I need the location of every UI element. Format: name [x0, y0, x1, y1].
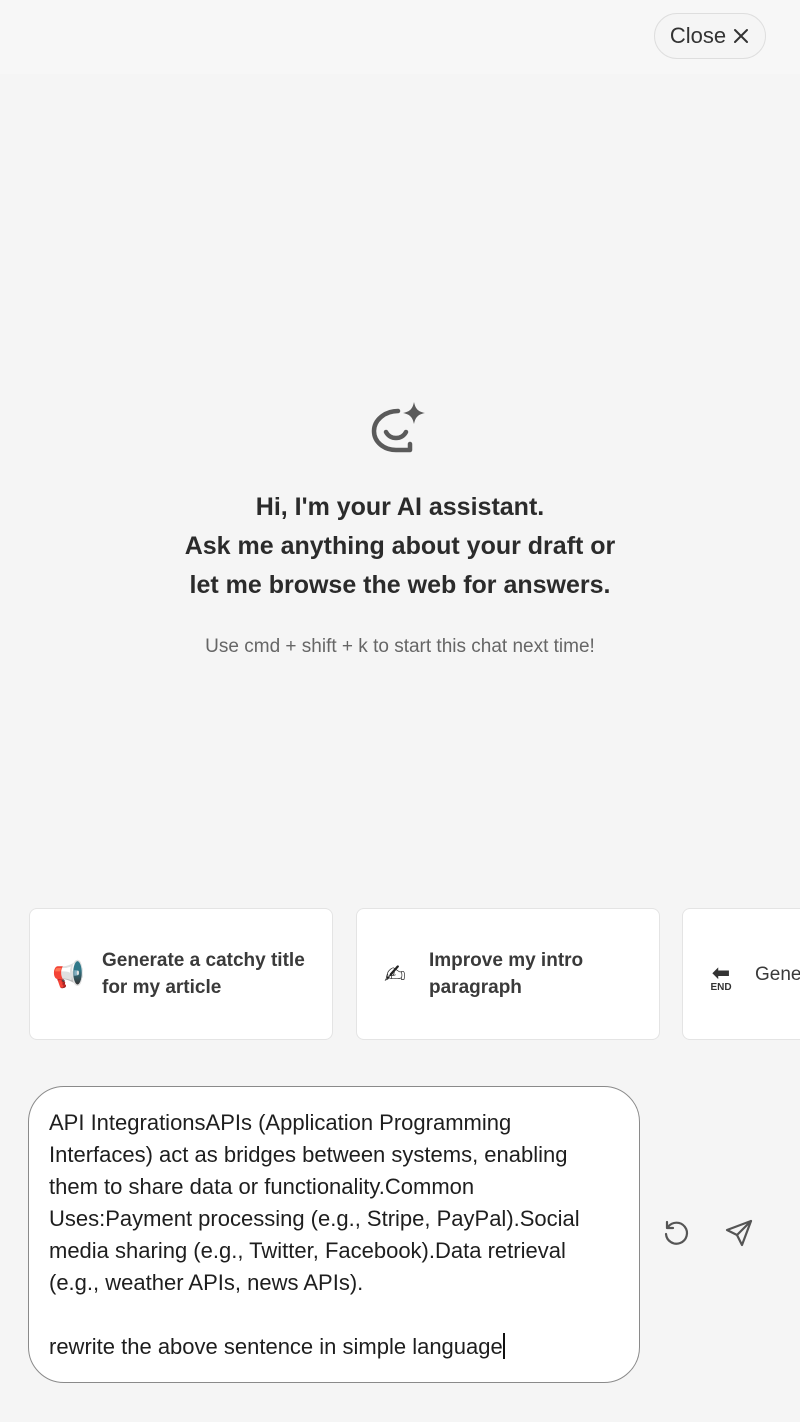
- refresh-button[interactable]: [654, 1213, 698, 1257]
- writing-hand-icon: ✍: [384, 958, 406, 989]
- ai-chat-sparkle-icon: [368, 398, 432, 458]
- suggestion-label: Improve my intro paragraph: [429, 950, 584, 998]
- end-icon-text: END: [710, 981, 732, 993]
- close-icon: [732, 27, 750, 45]
- welcome-line-2: Ask me anything about your draft or: [184, 532, 616, 560]
- suggestion-label: Gene: [755, 963, 800, 985]
- text-caret: [502, 1333, 505, 1359]
- send-button[interactable]: [717, 1213, 761, 1257]
- close-button[interactable]: Close: [654, 13, 766, 59]
- suggestion-card-ending[interactable]: ⬅ END Gene: [682, 908, 800, 1040]
- suggestion-card-intro[interactable]: ✍ Improve my intro paragraph: [356, 908, 660, 1040]
- welcome-line-1: Hi, I'm your AI assistant.: [255, 493, 545, 521]
- suggestion-carousel: 📢 Generate a catchy title for my article…: [0, 908, 800, 1042]
- megaphone-icon: 📢: [52, 958, 85, 989]
- suggestion-label: Generate a catchy title for my article: [102, 950, 305, 998]
- assistant-chat-panel: Close Hi, I'm your AI assistant. Ask me …: [0, 0, 800, 1422]
- message-input[interactable]: API IntegrationsAPIs (Application Progra…: [28, 1086, 640, 1383]
- close-label: Close: [669, 23, 727, 48]
- welcome-line-3: let me browse the web for answers.: [189, 571, 611, 599]
- send-icon: [724, 1218, 754, 1253]
- refresh-icon: [661, 1218, 691, 1253]
- message-text: API IntegrationsAPIs (Application Progra…: [49, 1110, 580, 1359]
- shortcut-hint: Use cmd + shift + k to start this chat n…: [205, 636, 595, 657]
- end-arrow-icon: ⬅ END: [710, 959, 732, 993]
- top-bar: Close: [0, 0, 800, 74]
- welcome-heading: Hi, I'm your AI assistant. Ask me anythi…: [100, 488, 700, 605]
- suggestion-card-title[interactable]: 📢 Generate a catchy title for my article: [29, 908, 333, 1040]
